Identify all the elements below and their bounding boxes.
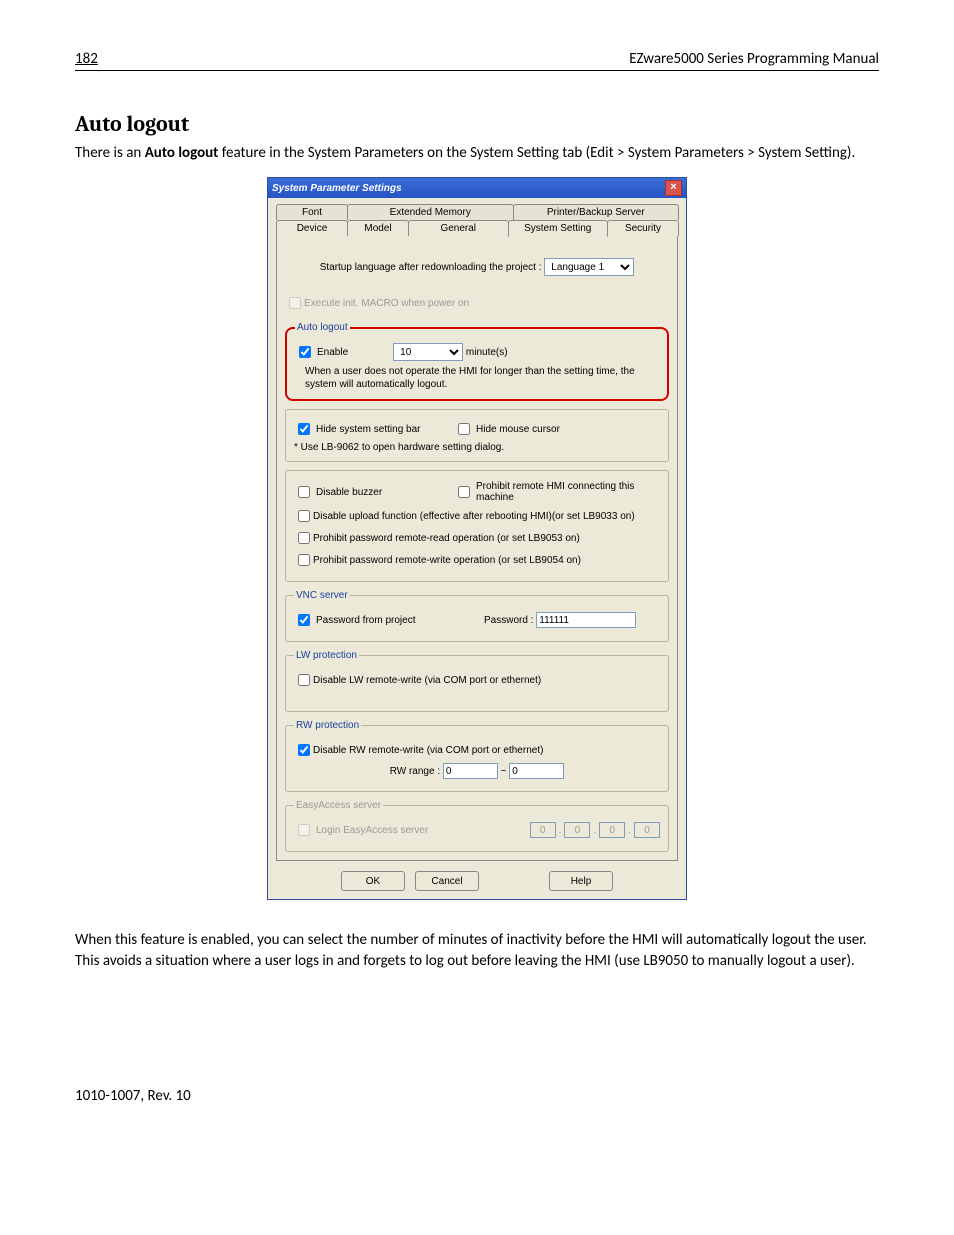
auto-logout-group: Auto logout Enable 10 minute(s) <box>285 322 669 401</box>
startup-language-label: Startup language after redownloading the… <box>320 262 542 273</box>
help-button[interactable]: Help <box>549 871 613 891</box>
dialog-button-bar: OK Cancel Help <box>276 871 678 891</box>
easyaccess-ip-input: ... <box>530 822 660 838</box>
lb9062-note: * Use LB-9062 to open hardware setting d… <box>294 442 660 453</box>
dialog-title: System Parameter Settings <box>272 183 665 194</box>
page-number: 182 <box>75 50 98 68</box>
rw-legend: RW protection <box>294 720 361 731</box>
easyaccess-login-checkbox: Login EasyAccess server <box>294 821 530 839</box>
rw-protection-group: RW protection Disable RW remote-write (v… <box>285 720 669 792</box>
intro-paragraph: There is an Auto logout feature in the S… <box>75 143 879 163</box>
ok-button[interactable]: OK <box>341 871 405 891</box>
manual-title: EZware5000 Series Programming Manual <box>629 50 879 68</box>
tab-strip: Font Extended Memory Printer/Backup Serv… <box>276 204 678 861</box>
prohibit-pw-read-checkbox[interactable]: Prohibit password remote-read operation … <box>294 529 660 547</box>
auto-logout-unit: minute(s) <box>466 347 508 358</box>
cancel-button[interactable]: Cancel <box>415 871 479 891</box>
auto-logout-note: When a user does not operate the HMI for… <box>295 365 659 391</box>
after-paragraph: When this feature is enabled, you can se… <box>75 930 879 971</box>
vnc-server-group: VNC server Password from project Passwor… <box>285 590 669 642</box>
tab-model[interactable]: Model <box>347 220 409 236</box>
vnc-legend: VNC server <box>294 590 350 601</box>
lw-protection-group: LW protection Disable LW remote-write (v… <box>285 650 669 712</box>
easyaccess-group: EasyAccess server Login EasyAccess serve… <box>285 800 669 852</box>
tab-printer-backup[interactable]: Printer/Backup Server <box>513 204 680 220</box>
page-header: 182 EZware5000 Series Programming Manual <box>75 50 879 71</box>
tab-general[interactable]: General <box>408 220 509 236</box>
tab-panel-system-setting: Startup language after redownloading the… <box>276 235 678 861</box>
close-icon[interactable]: × <box>665 180 682 196</box>
rw-range-from-input[interactable] <box>443 763 498 779</box>
tab-system-setting[interactable]: System Setting <box>508 220 609 237</box>
disable-upload-checkbox[interactable]: Disable upload function (effective after… <box>294 507 660 525</box>
startup-language-select[interactable]: Language 1 <box>544 258 634 276</box>
section-heading: Auto logout <box>75 111 879 137</box>
tab-extended-memory[interactable]: Extended Memory <box>347 204 514 220</box>
prohibit-remote-hmi-checkbox[interactable]: Prohibit remote HMI connecting this mach… <box>454 481 660 503</box>
tab-security[interactable]: Security <box>607 220 679 236</box>
vnc-pw-from-project-checkbox[interactable]: Password from project <box>294 611 484 629</box>
rw-range-label: RW range : <box>390 766 440 777</box>
disable-buzzer-checkbox[interactable]: Disable buzzer <box>294 483 454 501</box>
tab-font[interactable]: Font <box>276 204 348 220</box>
rw-range-sep: ~ <box>501 766 507 777</box>
lw-disable-checkbox[interactable]: Disable LW remote-write (via COM port or… <box>294 671 660 689</box>
prohibit-pw-write-checkbox[interactable]: Prohibit password remote-write operation… <box>294 551 660 569</box>
auto-logout-minutes-select[interactable]: 10 <box>393 343 463 361</box>
tab-device[interactable]: Device <box>276 220 348 236</box>
rw-range-to-input[interactable] <box>509 763 564 779</box>
misc-group: Hide system setting bar Hide mouse curso… <box>285 409 669 462</box>
hide-system-bar-checkbox[interactable]: Hide system setting bar <box>294 420 454 438</box>
auto-logout-enable-checkbox[interactable]: Enable <box>295 343 348 361</box>
lw-legend: LW protection <box>294 650 359 661</box>
misc-options-group: Disable buzzer Prohibit remote HMI conne… <box>285 470 669 582</box>
page-footer: 1010-1007, Rev. 10 <box>75 1087 191 1105</box>
dialog-titlebar[interactable]: System Parameter Settings × <box>268 178 686 198</box>
easyaccess-legend: EasyAccess server <box>294 800 383 811</box>
rw-disable-checkbox[interactable]: Disable RW remote-write (via COM port or… <box>294 741 660 759</box>
vnc-password-label: Password : <box>484 615 533 626</box>
vnc-password-input[interactable] <box>536 612 636 628</box>
auto-logout-legend: Auto logout <box>295 322 350 333</box>
system-parameter-settings-dialog: System Parameter Settings × Font Extende… <box>267 177 687 900</box>
hide-mouse-cursor-checkbox[interactable]: Hide mouse cursor <box>454 420 560 438</box>
exec-init-macro-checkbox: Execute init. MACRO when power on <box>285 294 669 312</box>
